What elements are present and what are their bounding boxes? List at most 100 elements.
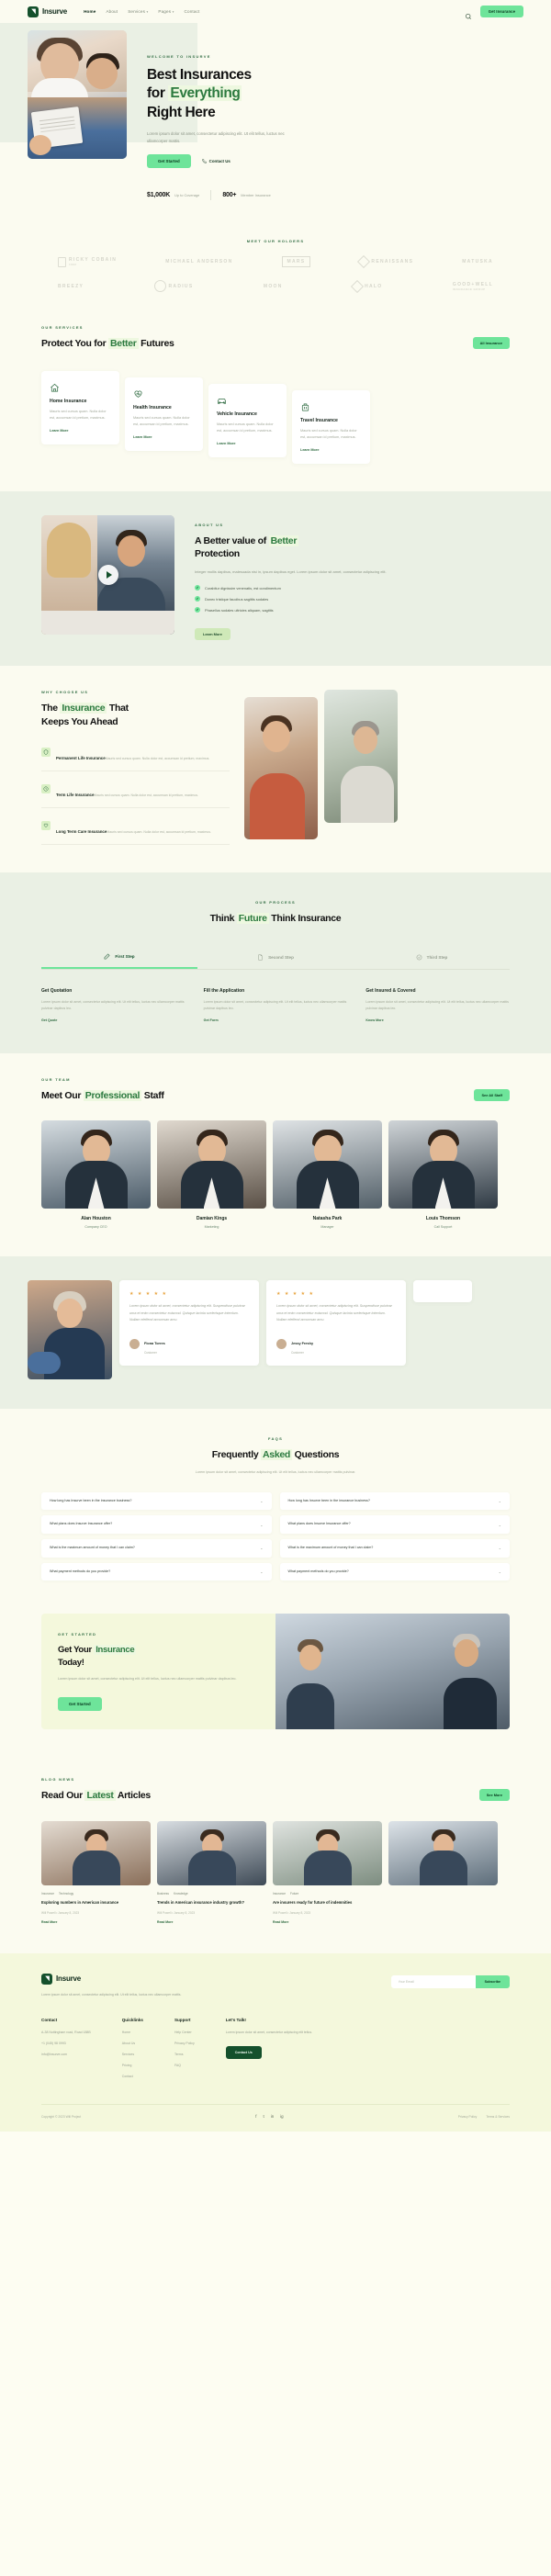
get-started-button[interactable]: Get Started <box>147 154 191 169</box>
read-more-link[interactable]: Read More <box>41 1920 151 1924</box>
faq-item[interactable]: How long has Insurve been in the insuran… <box>41 1491 272 1511</box>
faq-item[interactable]: How long has Insurve been in the insuran… <box>279 1491 510 1511</box>
footer-column-quicklinks: Quicklinks Home About Us Services Pricin… <box>121 2018 143 2079</box>
search-icon[interactable] <box>465 8 472 19</box>
feature-item[interactable]: Long Term Care InsuranceMauris sed cursu… <box>41 815 230 846</box>
site-header: Insurve Home About Services ▾ Pages ▾ Cont… <box>0 0 551 23</box>
cta-image <box>276 1614 510 1730</box>
linkedin-icon[interactable]: in <box>271 2114 274 2119</box>
nav-item-about[interactable]: About <box>106 9 118 14</box>
process-link[interactable]: Get Form <box>204 1018 348 1022</box>
about-video-thumbnail[interactable] <box>41 514 174 635</box>
service-card[interactable]: Travel Insurance Mauris sed cursus quam.… <box>292 389 370 464</box>
nav-item-services[interactable]: Services ▾ <box>128 9 148 14</box>
faq-section: FAQS Frequently Asked Questions Lorem ip… <box>0 1409 551 1611</box>
faq-item[interactable]: What plans does Insurve Insurance offer?… <box>41 1515 272 1535</box>
brand-logo: HALO <box>351 279 382 293</box>
home-icon <box>50 381 60 392</box>
footer-column-support: Support Help Center Privacy Policy Terms… <box>174 2018 195 2068</box>
brand-logo: MICHAEL ANDERSON <box>165 259 233 265</box>
footer-column-talk: Let's Talk! Lorem ipsum dolor sit amet, … <box>225 2018 327 2086</box>
team-member[interactable]: Natasha Park Manager <box>273 1120 382 1229</box>
tab-first-step[interactable]: First Step <box>41 946 197 970</box>
faq-item[interactable]: What plans does Insurve Insurance offer?… <box>279 1515 510 1535</box>
all-insurance-button[interactable]: All Insurance <box>472 337 510 350</box>
instagram-icon[interactable]: ig <box>280 2114 283 2119</box>
service-card[interactable]: Home Insurance Mauris sed cursus quam. N… <box>41 370 119 444</box>
service-card[interactable]: Health Insurance Mauris sed cursus quam.… <box>125 377 203 451</box>
services-section: OUR SERVICES Protect You for Better Futu… <box>0 312 551 491</box>
about-learn-more-button[interactable]: Learn More <box>195 628 231 641</box>
about-description: Integer mollis dapibus, malesuada nisi i… <box>195 569 387 575</box>
footer-contact-button[interactable]: Contact Us <box>225 2046 262 2060</box>
footer-column-contact: Contact A-38 Nottingham road, Road 188B … <box>41 2018 91 2057</box>
article-card-partial[interactable] <box>388 1821 498 1924</box>
footer-logo[interactable]: Insurve <box>41 1973 257 1985</box>
nav-item-contact[interactable]: Contact <box>185 9 200 14</box>
nav-item-pages[interactable]: Pages ▾ <box>158 9 174 14</box>
email-field[interactable] <box>390 1974 476 1988</box>
read-more-link[interactable]: Read More <box>157 1920 266 1924</box>
facebook-icon[interactable]: f <box>255 2114 256 2119</box>
car-icon <box>217 394 227 404</box>
faq-item[interactable]: What payment methods do you provide? ⌄ <box>41 1562 272 1581</box>
privacy-policy-link[interactable]: Privacy Policy <box>458 2115 478 2119</box>
shield-icon <box>41 748 51 758</box>
faq-item[interactable]: What is the maximum amount of money that… <box>41 1539 272 1558</box>
testimonial-card: ★ ★ ★ ★ ★ Lorem ipsum dolor sit amet, co… <box>266 1280 406 1367</box>
cta-get-started-button[interactable]: Get Started <box>58 1697 102 1712</box>
brand-logo: BREEZY <box>58 283 84 289</box>
tab-second-step[interactable]: Second Step <box>197 946 354 969</box>
logo-text: Insurve <box>42 7 68 16</box>
check-icon <box>416 954 422 961</box>
nav-item-home[interactable]: Home <box>84 9 96 14</box>
process-link[interactable]: Get Quote <box>41 1018 186 1022</box>
article-card[interactable]: Business Knowledge Trends in American ins… <box>157 1821 266 1924</box>
testimonial-card: ★ ★ ★ ★ ★ Lorem ipsum dolor sit amet, co… <box>119 1280 259 1367</box>
about-checklist: ✓ Curabitur dignissim venenatis, est cond… <box>195 585 510 613</box>
learn-more-link[interactable]: Learn More <box>50 429 111 433</box>
subscribe-button[interactable]: Subscribe <box>475 1974 510 1988</box>
team-section: OUR TEAM Meet Our Professional Staff See… <box>0 1052 551 1257</box>
copyright: Copyright © 2023 Will Project <box>41 2114 82 2119</box>
team-member[interactable]: Alan Houston Company CEO <box>41 1120 151 1229</box>
testimonial-image <box>28 1280 112 1380</box>
article-card[interactable]: Insurance Technology Exploring numbers in… <box>41 1821 151 1924</box>
learn-more-link[interactable]: Learn More <box>133 435 195 439</box>
avatar <box>129 1338 140 1349</box>
tab-third-step[interactable]: Third Step <box>354 946 510 969</box>
read-more-link[interactable]: Read More <box>273 1920 382 1924</box>
learn-more-link[interactable]: Learn More <box>300 448 362 452</box>
avatar <box>41 1120 151 1209</box>
process-link[interactable]: Know More <box>365 1018 510 1022</box>
team-member[interactable]: Louis Thomson Call Support <box>388 1120 498 1229</box>
avatar <box>273 1120 382 1209</box>
article-card[interactable]: Insurance Future Are insurers ready for f… <box>273 1821 382 1924</box>
chevron-down-icon: ⌄ <box>260 1569 264 1574</box>
see-all-staff-button[interactable]: See All Staff <box>474 1088 510 1101</box>
feature-item[interactable]: Permanent Life InsuranceMauris sed cursu… <box>41 741 230 772</box>
play-button-icon[interactable] <box>97 564 118 585</box>
faq-item[interactable]: What payment methods do you provide? ⌄ <box>279 1562 510 1581</box>
process-column: Get Insured & Covered Lorem ipsum dolor … <box>365 988 510 1022</box>
contact-us-button[interactable]: Contact Us <box>201 159 231 163</box>
faq-item[interactable]: What is the maximum amount of money that… <box>279 1539 510 1558</box>
chevron-down-icon: ⌄ <box>498 1499 501 1504</box>
chevron-down-icon: ▾ <box>172 9 174 14</box>
site-logo[interactable]: Insurve <box>28 6 67 17</box>
service-card[interactable]: Vehicle Insurance Mauris sed cursus quam… <box>208 383 287 457</box>
header-actions: Get Insurance <box>465 6 523 19</box>
team-member[interactable]: Damian Kings Marketing <box>157 1120 266 1229</box>
testimonials-section: ★ ★ ★ ★ ★ Lorem ipsum dolor sit amet, co… <box>0 1256 551 1410</box>
brand-logo: MOON <box>263 283 283 289</box>
terms-link[interactable]: Terms & Services <box>486 2115 510 2119</box>
checklist-item: ✓ Donec tristique faucibus sagittis sodal… <box>195 596 269 602</box>
holders-eyebrow: MEET OUR HOLDERS <box>246 239 305 244</box>
learn-more-link[interactable]: Learn More <box>217 442 278 445</box>
logo-row-2: BREEZY RADIUS MOON HALO GOOD+WELL INSURAN… <box>41 279 510 293</box>
get-insurance-button[interactable]: Get Insurance <box>479 6 523 17</box>
see-more-button[interactable]: See More <box>478 1789 510 1802</box>
feature-item[interactable]: Term Life InsuranceMauris sed cursus qua… <box>41 778 230 809</box>
cta-section: GET STARTED Get Your Insurance Today! Lor… <box>0 1610 551 1758</box>
logo-icon <box>41 1973 52 1985</box>
